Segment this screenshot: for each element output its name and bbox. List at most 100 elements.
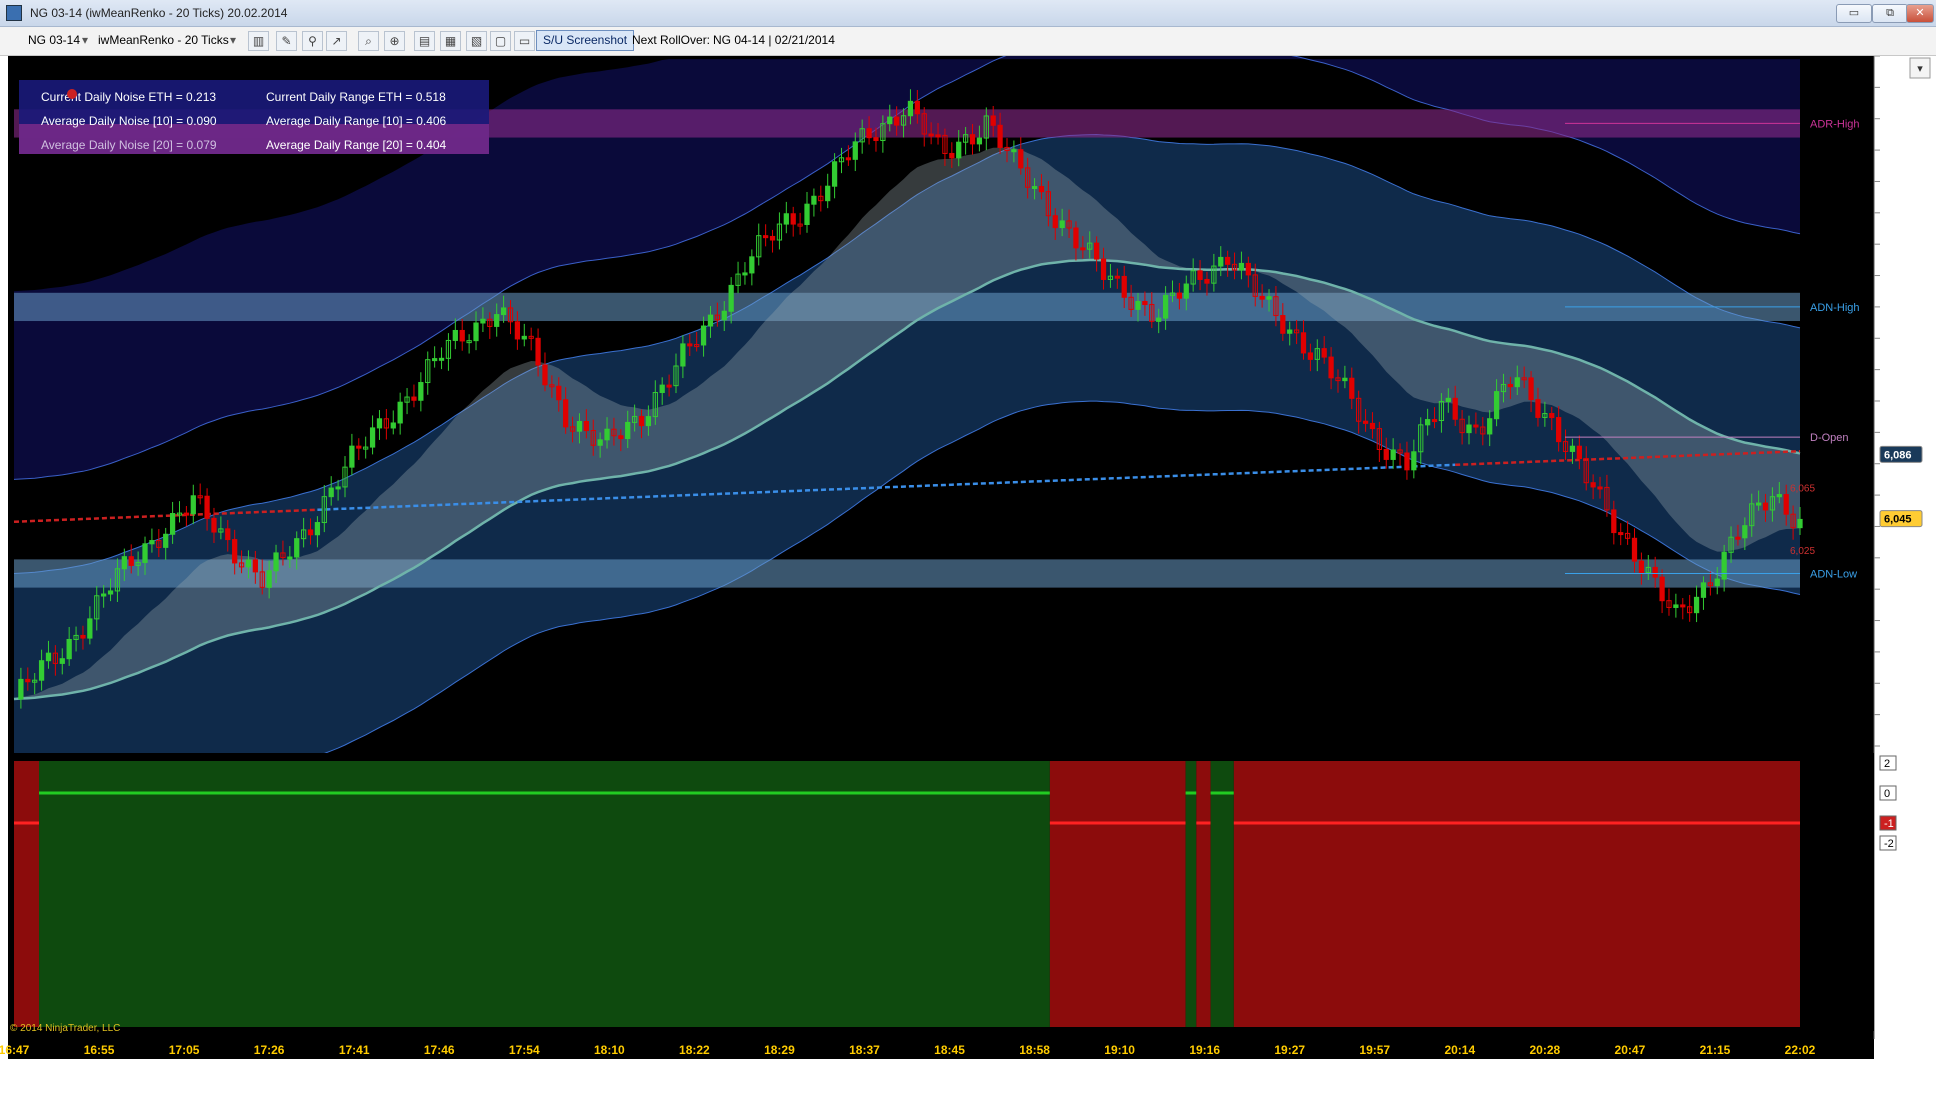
candle-body xyxy=(1680,604,1686,608)
candle-body xyxy=(287,556,293,560)
candle-body xyxy=(1576,445,1582,460)
candle-body xyxy=(1121,275,1127,298)
candle-body xyxy=(700,325,707,346)
trend-regime-green xyxy=(1185,761,1197,1027)
instrument-selector[interactable]: NG 03-14 xyxy=(28,33,80,47)
candle-body xyxy=(500,307,507,316)
candle-body xyxy=(1156,317,1162,322)
x-tick-label: 17:05 xyxy=(169,1043,200,1057)
candle-body xyxy=(949,152,955,159)
candle-body xyxy=(307,529,314,536)
chevron-down-icon[interactable]: ▾ xyxy=(1917,63,1923,75)
candle-body xyxy=(907,100,914,117)
candle-body xyxy=(1452,397,1458,420)
candle-body xyxy=(1259,295,1265,300)
candle-body xyxy=(535,337,541,366)
chevron-down-icon[interactable]: ▾ xyxy=(230,33,236,47)
candle-body xyxy=(1176,292,1183,299)
indicator-icon[interactable]: ▦ xyxy=(440,31,461,51)
bar-type-icon[interactable]: ▥ xyxy=(248,31,269,51)
candle-body xyxy=(1783,494,1789,515)
candle-body xyxy=(169,513,176,535)
candle-body xyxy=(369,427,376,448)
candle-body xyxy=(1328,356,1334,379)
candle-body xyxy=(1742,525,1748,539)
candle-body xyxy=(790,213,796,225)
candle-body xyxy=(25,678,31,683)
trend-regime-red xyxy=(1049,761,1186,1027)
candle-body xyxy=(638,415,645,427)
candle-body xyxy=(273,552,279,572)
candle-body xyxy=(873,137,879,142)
candle-body xyxy=(494,314,500,327)
candle-body xyxy=(1362,420,1369,424)
restore-button[interactable]: ⧉ xyxy=(1872,4,1908,23)
candle-body xyxy=(1300,332,1307,354)
candle-body xyxy=(1652,566,1658,578)
minimize-button[interactable]: ▭ xyxy=(1836,4,1872,23)
candle-body xyxy=(38,660,45,681)
candle-body xyxy=(121,556,127,570)
strategy-icon[interactable]: ▤ xyxy=(414,31,435,51)
candle-body xyxy=(521,335,527,340)
template-icon[interactable]: ▧ xyxy=(466,31,487,51)
candle-body xyxy=(411,396,417,401)
x-tick-label: 20:47 xyxy=(1615,1043,1646,1057)
candle-body xyxy=(266,570,272,588)
time-axis[interactable]: 16:47 16:55 17:05 17:26 17:41 17:46 17:54 18:10… xyxy=(0,1039,1874,1059)
x-tick-label: 18:45 xyxy=(934,1043,965,1057)
candle-body xyxy=(1597,486,1603,490)
candle-body xyxy=(645,416,652,427)
candle-body xyxy=(1094,242,1100,260)
candle-body xyxy=(328,487,334,498)
candle-body xyxy=(66,638,72,660)
small-price-label: 6,025 xyxy=(1790,546,1815,557)
x-tick-label: 19:10 xyxy=(1104,1043,1135,1057)
record-dot-icon xyxy=(67,89,77,99)
properties-icon[interactable]: ▭ xyxy=(514,31,535,51)
candle-body xyxy=(852,141,858,160)
drawing-tool-icon[interactable]: ✎ xyxy=(276,31,297,51)
trend-regime-red xyxy=(1233,761,1800,1027)
x-tick-label: 16:47 xyxy=(0,1043,30,1057)
pin-icon[interactable]: ⚲ xyxy=(302,31,323,51)
x-tick-label: 17:26 xyxy=(254,1043,285,1057)
candle-body xyxy=(1776,494,1782,498)
price-chart[interactable]: ADR-HighADN-HighD-OpenADN-Low6,0256,065 … xyxy=(0,56,1936,1096)
candle-body xyxy=(1162,294,1169,319)
candle-body xyxy=(749,256,755,274)
trend-regime-red xyxy=(14,761,40,1027)
x-tick-label: 20:14 xyxy=(1444,1043,1475,1057)
candle-body xyxy=(245,559,252,568)
candle-body xyxy=(87,618,93,639)
adn-low-label: ADN-Low xyxy=(1810,569,1857,581)
candle-body xyxy=(825,185,831,202)
x-tick-label: 18:29 xyxy=(764,1043,795,1057)
candle-body xyxy=(1225,256,1231,265)
chevron-down-icon[interactable]: ▾ xyxy=(82,33,88,47)
candle-body xyxy=(1100,258,1107,280)
candle-body xyxy=(1466,424,1472,434)
candle-body xyxy=(659,384,665,394)
candle-body xyxy=(80,634,86,639)
candle-body xyxy=(149,540,155,545)
close-button[interactable]: ✕ xyxy=(1906,4,1934,23)
candle-body xyxy=(1569,445,1576,452)
bartype-selector[interactable]: iwMeanRenko - 20 Ticks xyxy=(98,33,229,47)
candle-body xyxy=(811,195,817,205)
screenshot-button[interactable]: S/U Screenshot xyxy=(536,30,635,51)
candle-body xyxy=(680,343,686,367)
candle-body xyxy=(376,418,383,429)
x-tick-label: 16:55 xyxy=(84,1043,115,1057)
candle-body xyxy=(356,445,362,449)
candle-body xyxy=(1135,300,1141,310)
candle-body xyxy=(894,116,900,126)
magnify-icon[interactable]: ⊕ xyxy=(384,31,405,51)
zoom-icon[interactable]: ⌕ xyxy=(358,31,379,51)
x-tick-label: 19:16 xyxy=(1189,1043,1220,1057)
candle-body xyxy=(1183,283,1189,299)
pointer-icon[interactable]: ↗ xyxy=(326,31,347,51)
candle-body xyxy=(783,213,789,225)
clipboard-icon[interactable]: ▢ xyxy=(490,31,511,51)
candle-body xyxy=(101,593,107,597)
